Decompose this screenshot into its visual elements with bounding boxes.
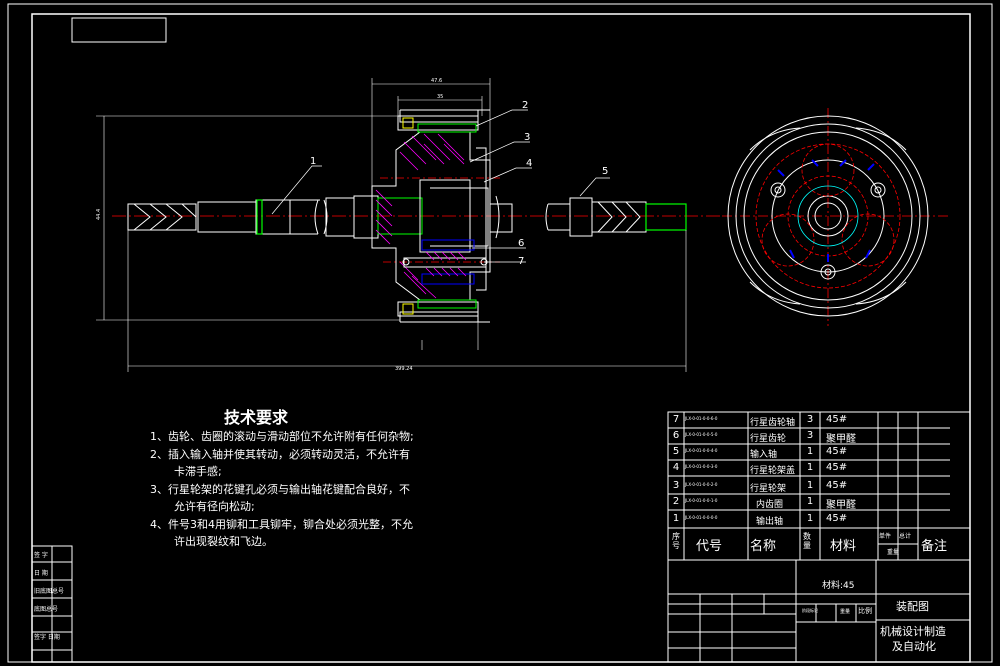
row-material: 聚甲醛: [826, 434, 856, 445]
header-name: 名称: [750, 539, 777, 554]
side-view: 47.6 35 399.24 44.4 1 2 3 4 5 6 7: [96, 78, 720, 372]
leader-lines: [271, 109, 610, 263]
row-qty: 3: [806, 414, 814, 425]
scale-label: 比例: [858, 607, 872, 615]
row-no: 4: [672, 462, 680, 473]
row-code: JLX-0-01-0-0-1-0: [685, 498, 718, 503]
requirement-line-7: 许出现裂纹和飞边。: [174, 535, 273, 548]
dim-height: 44.4: [96, 209, 102, 220]
requirements-title: 技术要求: [224, 408, 289, 427]
side-row-4: 底图总号: [34, 606, 59, 613]
row-name: 行星齿轮轴: [750, 418, 796, 428]
output-shaft: [127, 195, 379, 239]
requirement-line-4: 3、行星轮架的花键孔必须与输出轴花键配合良好，不: [150, 483, 410, 496]
requirement-line-1: 1、齿轮、齿圈的滚动与滑动部位不允许附有任何杂物;: [150, 430, 414, 443]
row-code: JLX-0-01-0-0-4-0: [685, 448, 718, 453]
header-unit: 单件: [879, 533, 892, 540]
row-code: JLX-0-01-0-0-3-0: [685, 464, 718, 469]
row-name: 行星齿轮: [750, 434, 787, 444]
row-name: 输入轴: [750, 450, 778, 460]
row-no: 3: [672, 480, 680, 491]
dim-overall-length: 399.24: [395, 366, 413, 372]
balloon-5: 5: [602, 166, 608, 177]
row-name: 内齿圈: [756, 500, 784, 510]
requirement-line-6: 4、件号3和4用铆和工具铆牢，铆合处必须光整，不允: [150, 518, 413, 531]
input-shaft: [545, 197, 647, 237]
balloon-7: 7: [518, 256, 524, 267]
drawing-name: 装配图: [896, 600, 929, 613]
row-qty: 1: [806, 496, 814, 507]
row-no: 7: [672, 414, 680, 425]
header-total: 总计: [899, 533, 912, 540]
dim-inner: 35: [437, 94, 443, 100]
row-name: 行星轮架盖: [750, 466, 796, 476]
row-material: 45#: [826, 513, 848, 524]
balloon-1: 1: [310, 156, 316, 167]
row-name: 行星轮架: [750, 484, 787, 494]
school-line-1: 机械设计制造: [880, 625, 946, 638]
row-material: 45#: [826, 480, 848, 491]
side-row-1: 签 字: [34, 552, 48, 559]
row-no: 6: [672, 430, 680, 441]
header-note: 备注: [921, 539, 948, 554]
parts-list: 7 JLX-0-01-0-0-6-0 行星齿轮轴 3 45# 6 JLX-0-0…: [668, 412, 970, 560]
row-material: 45#: [826, 446, 848, 457]
row-code: JLX-0-01-0-0-5-0: [685, 432, 718, 437]
shaft-ring-green: [256, 199, 263, 235]
title-block: 材料:45 装配图 机械设计制造 及自动化 阶段标记 重量 比例: [668, 560, 970, 662]
row-code: JLX-0-01-0-0-6-0: [685, 416, 718, 421]
row-code: JLX-0-01-0-0-2-0: [685, 482, 718, 487]
row-material: 45#: [826, 462, 848, 473]
header-no: 序号: [672, 532, 680, 550]
row-qty: 1: [806, 513, 814, 524]
row-qty: 1: [806, 462, 814, 473]
header-material: 材料: [830, 539, 857, 554]
row-no: 1: [672, 513, 680, 524]
row-material: 45#: [826, 414, 848, 425]
balloon-6: 6: [518, 238, 524, 249]
header-code: 代号: [696, 539, 723, 554]
requirement-line-3: 卡滞手感;: [174, 465, 222, 478]
header-qty: 数量: [803, 532, 811, 550]
planet-hatch: [425, 251, 467, 277]
row-name: 输出轴: [756, 517, 784, 527]
row-qty: 3: [806, 430, 814, 441]
row-material: 聚甲醛: [826, 500, 856, 511]
balloon-2: 2: [522, 100, 528, 111]
planet-pin: [402, 257, 488, 268]
weight-label: 重量: [840, 609, 851, 615]
stage-label: 阶段标记: [802, 608, 818, 613]
row-no: 5: [672, 446, 680, 457]
end-view: [722, 108, 950, 326]
balloon-3: 3: [524, 132, 530, 143]
code-box: [71, 17, 167, 43]
side-block: 签 字 日 期 旧底图总号 底图总号 签字 日期: [32, 546, 72, 662]
input-shaft-green-end: [645, 203, 687, 231]
side-row-3: 旧底图总号: [34, 588, 65, 595]
header-weight: 重量: [887, 549, 900, 556]
row-code: JLX-0-01-0-0-0-0: [685, 515, 718, 520]
requirement-line-5: 允许有径向松动;: [174, 500, 255, 513]
material-label: 材料:45: [822, 581, 855, 591]
row-qty: 1: [806, 446, 814, 457]
balloon-4: 4: [526, 158, 532, 169]
dim-hub-width: 47.6: [431, 78, 442, 84]
row-no: 2: [672, 496, 680, 507]
row-qty: 1: [806, 480, 814, 491]
side-row-2: 日 期: [34, 570, 48, 577]
side-row-5: 签字 日期: [34, 634, 60, 641]
requirement-line-2: 2、插入输入轴并使其转动，必须转动灵活，不允许有: [150, 448, 410, 461]
school-line-2: 及自动化: [892, 640, 936, 653]
